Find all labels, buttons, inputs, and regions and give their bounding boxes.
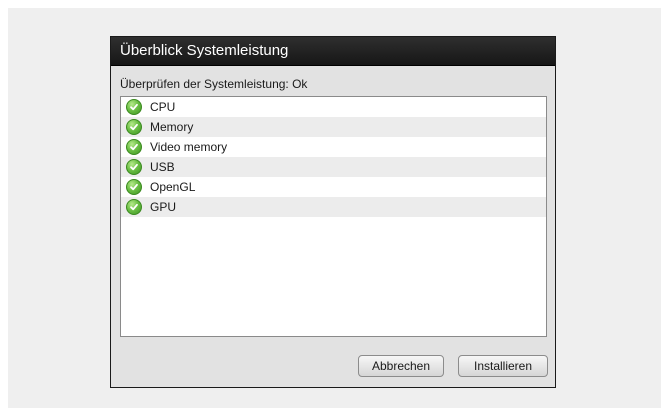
check-icon xyxy=(126,179,142,195)
install-button[interactable]: Installieren xyxy=(458,355,548,377)
system-performance-dialog: Überblick Systemleistung Überprüfen der … xyxy=(110,36,556,388)
check-icon xyxy=(126,99,142,115)
check-row-video-memory: Video memory xyxy=(121,137,546,157)
check-icon xyxy=(126,119,142,135)
check-row-opengl: OpenGL xyxy=(121,177,546,197)
check-label: GPU xyxy=(150,200,177,214)
check-label: USB xyxy=(150,160,175,174)
check-icon xyxy=(126,199,142,215)
dialog-title: Überblick Systemleistung xyxy=(120,42,289,59)
status-text: Überprüfen der Systemleistung: Ok xyxy=(120,77,308,91)
check-list[interactable]: CPU Memory Video memory USB OpenGL GPU xyxy=(120,96,547,337)
check-label: CPU xyxy=(150,100,176,114)
dialog-titlebar[interactable]: Überblick Systemleistung xyxy=(111,37,555,66)
check-label: Video memory xyxy=(150,140,228,154)
check-label: Memory xyxy=(150,120,194,134)
cancel-button[interactable]: Abbrechen xyxy=(358,355,444,377)
check-row-cpu: CPU xyxy=(121,97,546,117)
check-row-memory: Memory xyxy=(121,117,546,137)
check-label: OpenGL xyxy=(150,180,196,194)
check-row-usb: USB xyxy=(121,157,546,177)
check-row-gpu: GPU xyxy=(121,197,546,217)
check-icon xyxy=(126,139,142,155)
check-icon xyxy=(126,159,142,175)
